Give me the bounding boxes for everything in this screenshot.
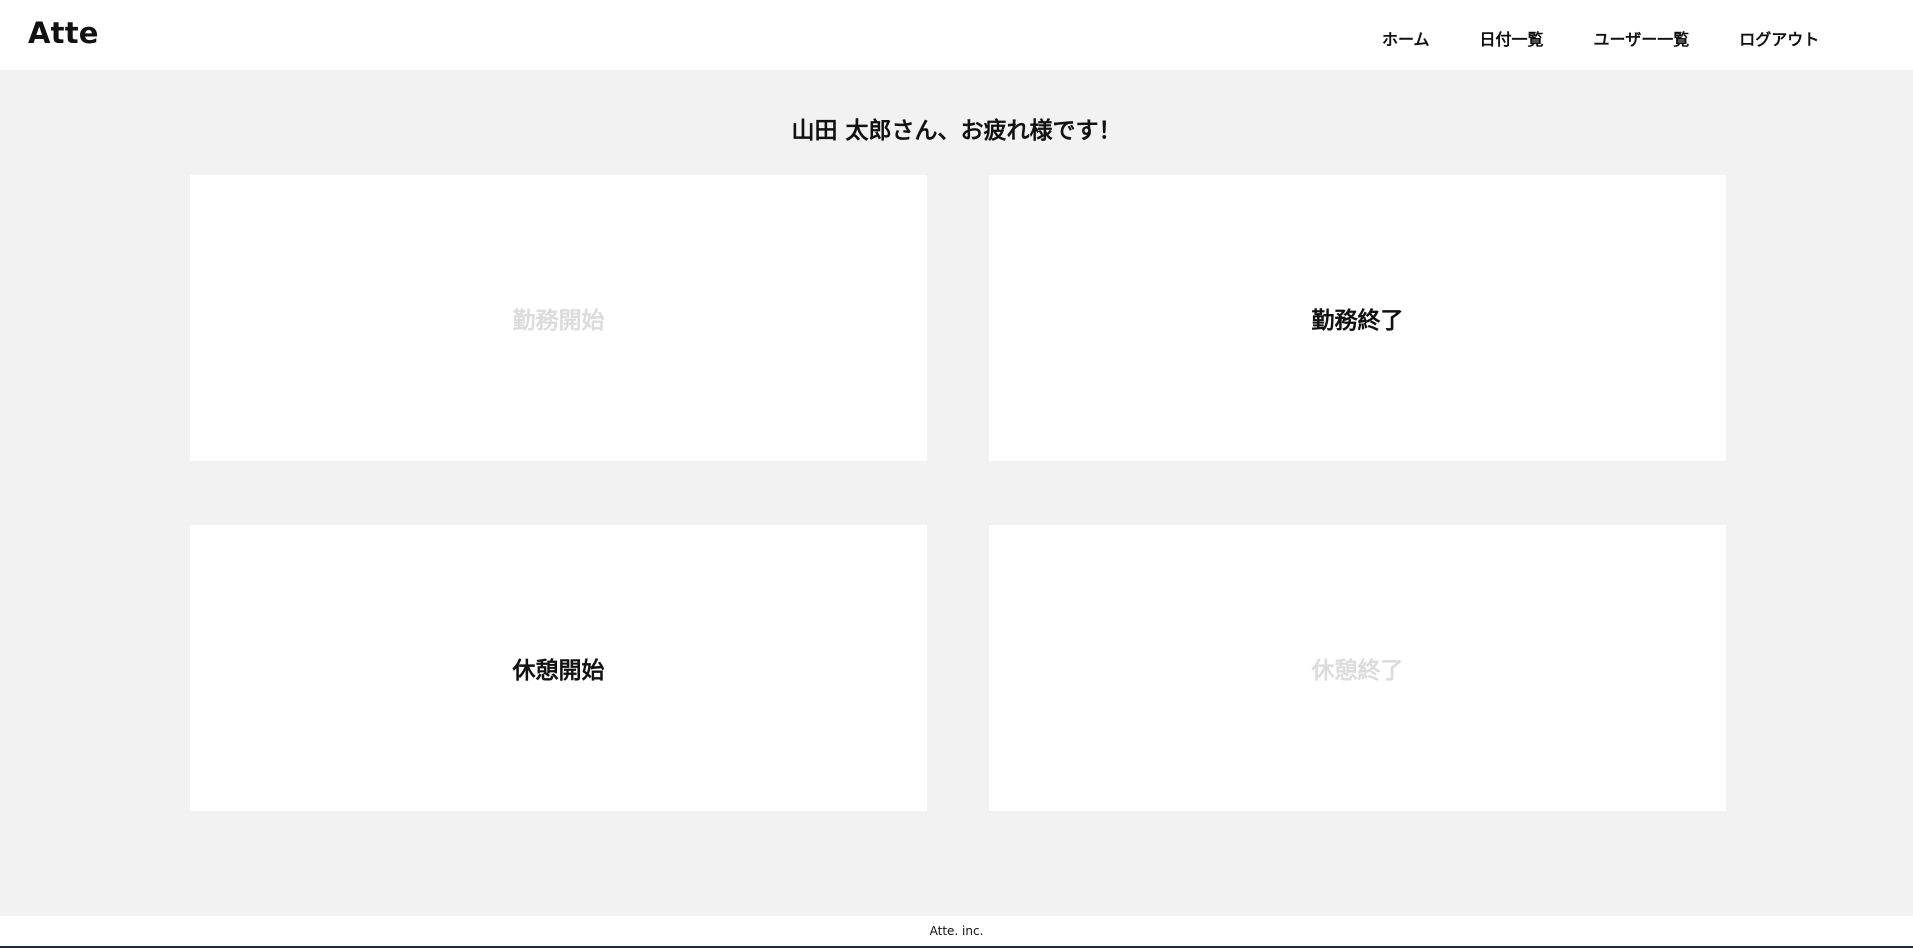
break-start-button[interactable]: 休憩開始	[190, 525, 927, 811]
header: Atte ホーム 日付一覧 ユーザー一覧 ログアウト	[0, 0, 1913, 70]
break-end-button[interactable]: 休憩終了	[989, 525, 1726, 811]
main-nav: ホーム 日付一覧 ユーザー一覧 ログアウト	[1382, 26, 1819, 50]
greeting-message: 山田 太郎さん、お疲れ様です！	[791, 118, 1122, 144]
app-logo[interactable]: Atte	[28, 16, 99, 50]
footer-copyright: Atte. inc.	[929, 924, 984, 938]
nav-date-list-link[interactable]: 日付一覧	[1480, 26, 1544, 50]
work-end-button[interactable]: 勤務終了	[989, 175, 1726, 461]
nav-logout-link[interactable]: ログアウト	[1739, 26, 1819, 50]
work-start-button[interactable]: 勤務開始	[190, 175, 927, 461]
page: Atte ホーム 日付一覧 ユーザー一覧 ログアウト 山田 太郎さん、お疲れ様で…	[0, 0, 1913, 948]
nav-home-link[interactable]: ホーム	[1382, 26, 1430, 50]
footer: Atte. inc.	[0, 916, 1913, 948]
nav-user-list-link[interactable]: ユーザー一覧	[1594, 26, 1690, 50]
